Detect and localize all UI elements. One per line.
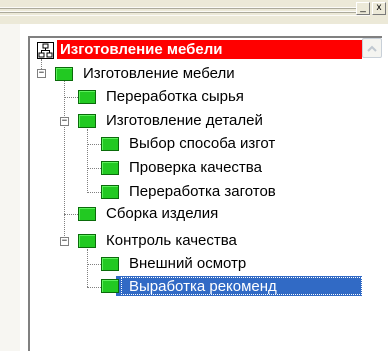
tree-line bbox=[87, 168, 101, 169]
close-button[interactable]: x bbox=[372, 2, 386, 15]
tree-line bbox=[87, 192, 101, 193]
tree-line bbox=[64, 214, 78, 215]
task-node-icon bbox=[101, 257, 119, 271]
folder-node-icon bbox=[78, 114, 96, 128]
tree-item-label[interactable]: Переработка сырья bbox=[106, 87, 244, 106]
tree-item-label[interactable]: Изготовление деталей bbox=[106, 111, 263, 130]
tree-line bbox=[64, 81, 65, 242]
task-node-icon bbox=[78, 207, 96, 221]
tree-item-label[interactable]: Изготовление мебели bbox=[83, 64, 235, 83]
minimize-button[interactable]: _ bbox=[356, 2, 370, 15]
vertical-scrollbar[interactable] bbox=[362, 38, 382, 351]
tree-item-label[interactable]: Сборка изделия bbox=[106, 204, 218, 223]
drag-grip[interactable] bbox=[0, 6, 370, 16]
tree-item-label-selected[interactable]: Выработка рекоменд bbox=[129, 277, 362, 296]
tree-line bbox=[64, 97, 78, 98]
tree-item-label[interactable]: Проверка качества bbox=[129, 158, 362, 177]
left-margin bbox=[0, 24, 20, 351]
collapse-icon[interactable]: − bbox=[60, 237, 69, 246]
task-node-icon bbox=[101, 161, 119, 175]
task-node-icon bbox=[101, 137, 119, 151]
scroll-up-button[interactable] bbox=[362, 38, 382, 58]
tree-line bbox=[87, 264, 101, 265]
collapse-icon[interactable]: − bbox=[37, 69, 46, 78]
tree-item-label[interactable]: Выбор способа изгот bbox=[129, 134, 362, 153]
tree-line bbox=[87, 144, 101, 145]
tree-root-title[interactable]: Изготовление мебели bbox=[57, 40, 362, 59]
tree-line bbox=[87, 129, 88, 193]
tree-line bbox=[87, 249, 88, 287]
tree-item-label[interactable]: Внешний осмотр bbox=[129, 254, 246, 273]
chevron-up-icon bbox=[367, 45, 377, 52]
folder-node-icon bbox=[78, 234, 96, 248]
tree-item-label[interactable]: Контроль качества bbox=[106, 231, 237, 250]
folder-node-icon bbox=[55, 67, 73, 81]
tree-item-label[interactable]: Переработка заготов bbox=[129, 182, 362, 201]
task-node-icon bbox=[101, 279, 119, 293]
task-node-icon bbox=[78, 90, 96, 104]
collapse-icon[interactable]: − bbox=[60, 117, 69, 126]
tree-line bbox=[87, 287, 101, 288]
task-node-icon bbox=[101, 185, 119, 199]
hierarchy-icon bbox=[37, 42, 54, 59]
